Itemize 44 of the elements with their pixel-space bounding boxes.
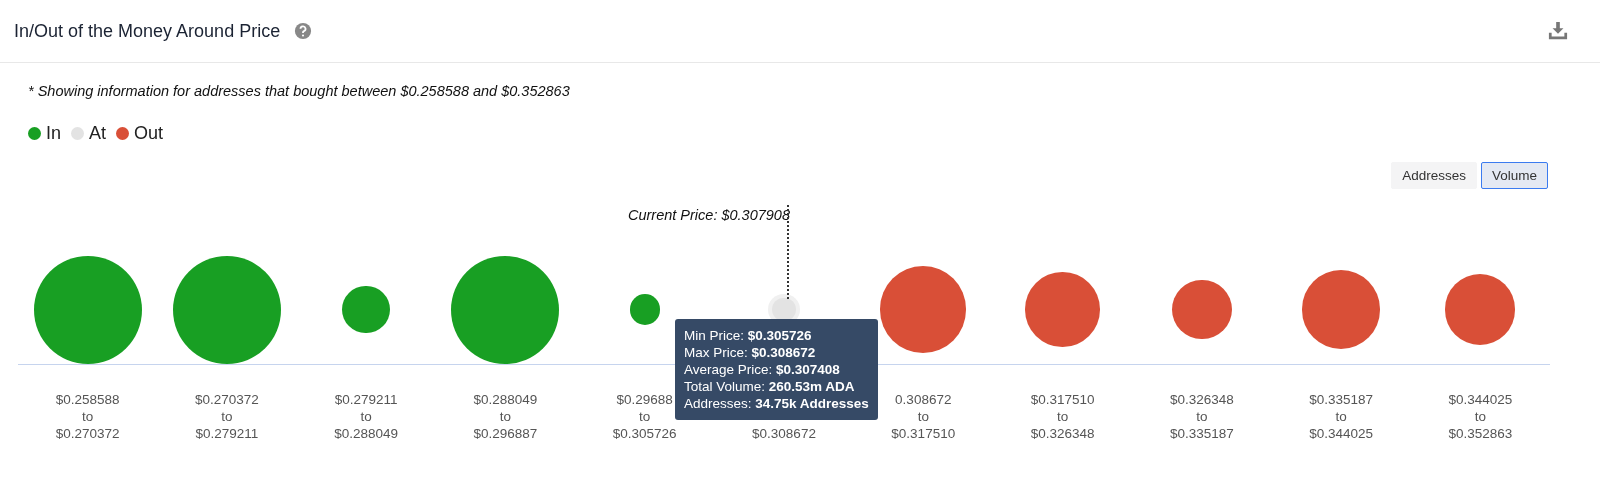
tooltip-line: Max Price: $0.308672 — [684, 344, 817, 361]
range-label-text: to — [1474, 408, 1486, 425]
range-label-text: $0.344025 — [1309, 425, 1373, 442]
info-note: * Showing information for addresses that bought between $0.258588 and $0.352863 — [28, 83, 571, 99]
toggle-button[interactable]: Volume — [1480, 162, 1548, 189]
range-label-text: $0.352863 — [1448, 425, 1513, 442]
range-label-text: $0.335187 — [1169, 425, 1234, 442]
range-label-text: $0.270372 — [195, 391, 259, 408]
range-label-text: $0.344025 — [1448, 391, 1513, 408]
panel-title: In/Out of the Money Around Price — [14, 20, 281, 42]
range-label-text: to — [221, 408, 233, 425]
range-label-text: $0.29688 — [616, 391, 673, 408]
tooltip-line: Min Price: $0.305726 — [684, 327, 813, 344]
range-label-text: $0.305726 — [612, 425, 677, 442]
range-label-text: $0.279211 — [334, 391, 398, 408]
range-label-text: $0.308672 — [752, 425, 816, 442]
current-price-label: Current Price: $0.307908 — [628, 207, 790, 223]
range-label-text: to — [360, 408, 372, 425]
range-label-text: $0.317510 — [891, 425, 956, 442]
range-label-text: to — [82, 408, 94, 425]
range-label-text: to — [1056, 408, 1069, 425]
range-label-text: to — [499, 408, 512, 425]
range-label-text: $0.317510 — [1030, 391, 1095, 408]
toggle-button[interactable]: Addresses — [1391, 162, 1477, 189]
range-label-text: $0.279211 — [195, 425, 259, 442]
range-label-text: to — [1196, 408, 1208, 425]
range-label-text: $0.270372 — [55, 425, 120, 442]
range-label-text: to — [639, 408, 651, 425]
range-label-text: $0.326348 — [1030, 425, 1095, 442]
range-label-text: $0.335187 — [1309, 391, 1373, 408]
tooltip-line: Addresses: 34.75k Addresses — [684, 395, 869, 412]
range-label-text: $0.288049 — [334, 425, 399, 442]
range-label-text: to — [1335, 408, 1347, 425]
range-label-text: $0.326348 — [1169, 391, 1234, 408]
range-label-text: 0.308672 — [895, 391, 952, 408]
range-label-text: $0.288049 — [473, 391, 538, 408]
range-label-text: to — [917, 408, 929, 425]
legend-label[interactable]: At — [89, 123, 107, 144]
legend-label[interactable]: Out — [134, 123, 164, 144]
tooltip-line: Average Price: $0.307408 — [684, 361, 841, 378]
legend-label[interactable]: In — [46, 123, 61, 144]
range-label-text: $0.258588 — [55, 391, 120, 408]
range-label-text: $0.296887 — [473, 425, 538, 442]
tooltip-line: Total Volume: 260.53m ADA — [684, 378, 856, 395]
